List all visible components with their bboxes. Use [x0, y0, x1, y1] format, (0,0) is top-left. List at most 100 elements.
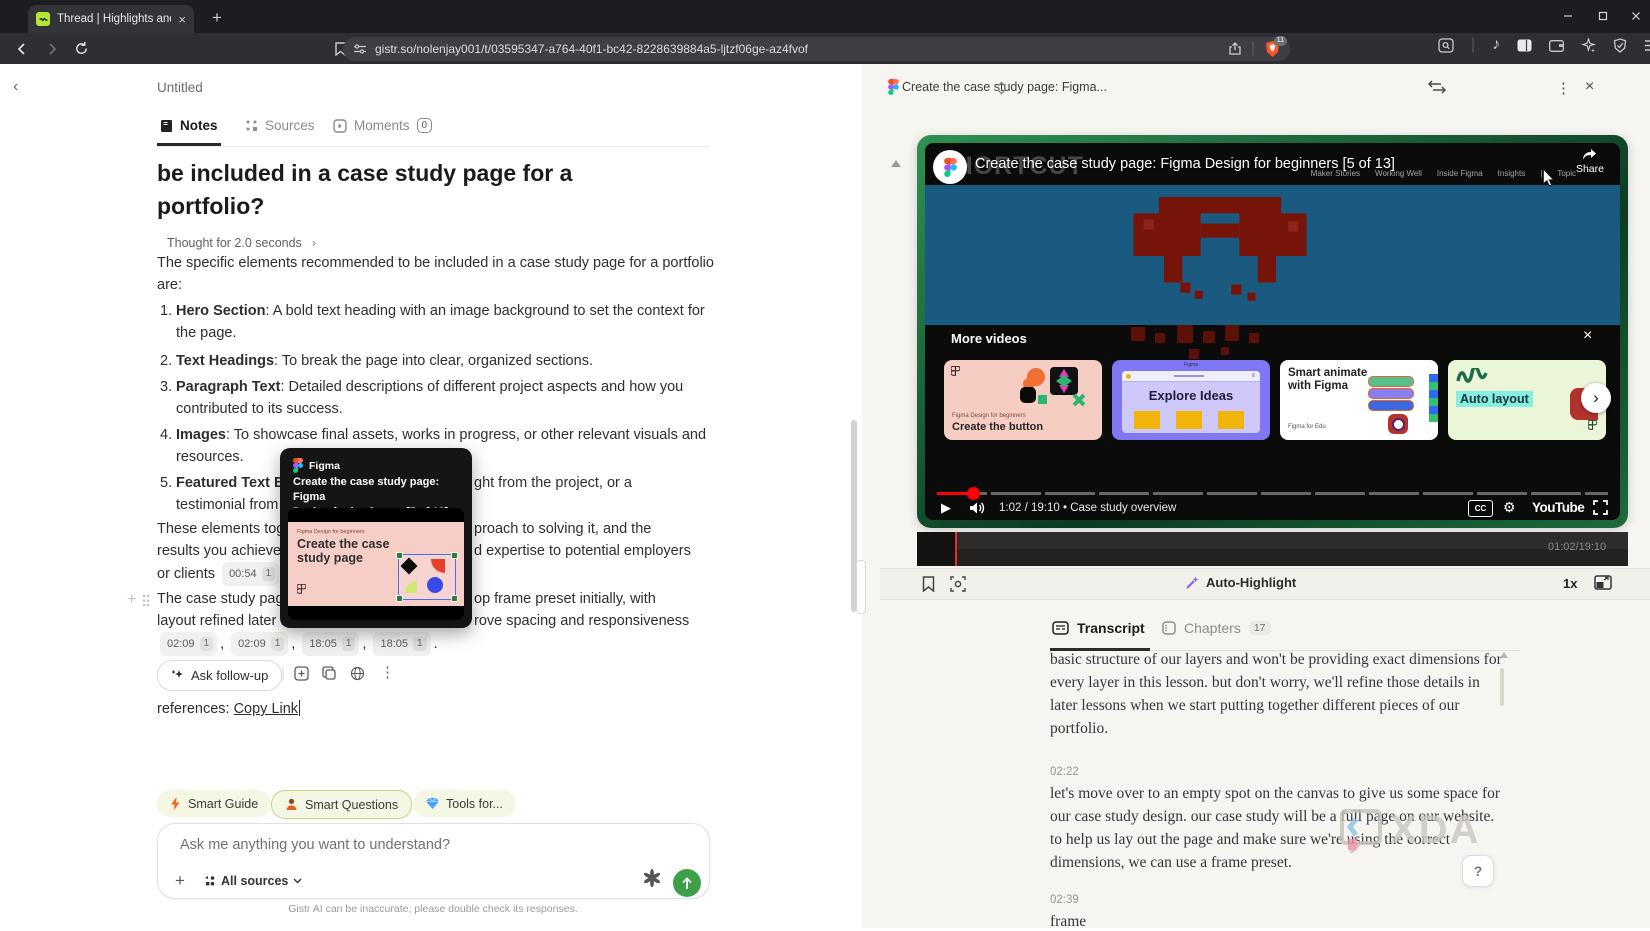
magic-wand-icon [1185, 576, 1199, 590]
more-options-icon[interactable]: ⋮ [380, 663, 395, 681]
settings-gear-icon[interactable]: ⚙ [1503, 499, 1516, 516]
rewards-shield-icon[interactable] [1613, 38, 1627, 53]
card-brand: Figma [1184, 362, 1198, 368]
ask-followup-button[interactable]: Ask follow-up [157, 660, 282, 691]
youtube-logo[interactable]: YouTube [1532, 500, 1584, 515]
suggested-video-card[interactable]: Figma Design for beginners Create the bu… [944, 360, 1102, 440]
references-row: references: Copy Link [157, 700, 300, 717]
carousel-next-button[interactable]: › [1581, 383, 1611, 413]
transcript-line[interactable]: frame [1050, 913, 1480, 931]
window-minimize-button[interactable] [1562, 10, 1574, 22]
new-tab-button[interactable]: + [212, 9, 222, 27]
auto-highlight-toggle[interactable]: Auto-Highlight [1185, 575, 1296, 590]
sources-icon [245, 119, 258, 132]
transcript-line[interactable]: dimensions, we can use a frame preset. [1050, 854, 1480, 872]
video-share-overlay[interactable]: Share [1576, 148, 1604, 175]
forward-button[interactable] [44, 41, 60, 57]
window-close-button[interactable] [1630, 10, 1642, 22]
music-icon[interactable]: ♪ [1492, 36, 1500, 54]
share-page-icon[interactable] [1228, 42, 1242, 56]
video-progress-bar[interactable] [937, 492, 1608, 495]
player-toolbar: Auto-Highlight 1x [880, 568, 1650, 600]
video-link-tooltip[interactable]: Figma Create the case study page: Figma … [280, 448, 472, 628]
chat-input[interactable] [178, 836, 662, 854]
suggested-video-card[interactable]: Smart animatewith Figma Figma for Edu [1280, 360, 1438, 440]
site-settings-icon[interactable] [353, 43, 367, 55]
copy-link-button[interactable]: Copy Link [234, 701, 298, 717]
thought-duration[interactable]: Thought for 2.0 seconds › [167, 236, 316, 250]
tab-transcript[interactable]: Transcript [1052, 620, 1145, 636]
bookmark-moment-icon[interactable] [922, 576, 935, 592]
tab-notes[interactable]: Notes [160, 118, 218, 133]
transcript-line[interactable]: later lessons when we start putting toge… [1050, 697, 1480, 715]
tab-moments[interactable]: Moments 0 [333, 118, 432, 133]
xda-watermark: XDA [1340, 808, 1480, 853]
fullscreen-icon[interactable] [1593, 500, 1608, 515]
timestamp-chip[interactable]: 18:051 [302, 632, 359, 656]
timestamp-chip[interactable]: 02:091 [231, 632, 288, 656]
leo-ai-icon[interactable] [1581, 38, 1596, 53]
chapter-name[interactable]: Case study overview [1070, 502, 1176, 514]
timestamp-chip[interactable]: 00:541 [222, 562, 279, 586]
transcript-line[interactable]: portfolio. [1050, 720, 1480, 738]
tab-chapters[interactable]: Chapters 17 [1162, 620, 1271, 636]
highlight-timeline[interactable]: 01:02/19:10 [917, 532, 1628, 566]
wallet-icon[interactable] [1549, 39, 1564, 52]
tools-chip[interactable]: Tools for... [413, 790, 516, 817]
window-maximize-button[interactable] [1597, 10, 1609, 22]
smart-questions-chip[interactable]: Smart Questions [271, 790, 412, 819]
swap-panels-icon[interactable] [1428, 79, 1446, 95]
send-button[interactable] [673, 869, 701, 897]
smart-guide-chip[interactable]: Smart Guide [157, 790, 271, 817]
doc-back-button[interactable]: ‹ [13, 78, 18, 96]
transcript-timestamp[interactable]: 02:39 [1050, 894, 1079, 906]
panel-close-icon[interactable]: × [1585, 78, 1594, 96]
tab-notes-label: Notes [180, 118, 218, 133]
play-button[interactable]: ▶ [941, 500, 951, 516]
expand-selector-icon[interactable] [997, 81, 1006, 95]
playback-speed-button[interactable]: 1x [1563, 576, 1577, 591]
panel-menu-icon[interactable]: ⋮ [1556, 79, 1571, 97]
volume-icon[interactable] [969, 501, 986, 515]
timestamp-chip[interactable]: 02:091 [160, 632, 217, 656]
block-handles[interactable]: + [127, 591, 150, 609]
screenshot-icon[interactable] [950, 576, 966, 592]
cursor-pointer-icon [1542, 169, 1556, 187]
panel-resize-handle[interactable] [856, 560, 866, 614]
timeline-playhead[interactable] [955, 532, 957, 566]
search-tabs-icon[interactable] [1438, 38, 1454, 53]
url-bar[interactable]: gistr.so/nolenjay001/t/03595347-a764-40f… [343, 37, 1290, 61]
menu-icon[interactable] [1644, 39, 1650, 52]
attach-button[interactable]: + [175, 871, 185, 891]
drag-handle-icon[interactable] [142, 594, 150, 607]
transcript-line[interactable]: let's move over to an empty spot on the … [1050, 785, 1480, 803]
help-button[interactable]: ? [1462, 855, 1494, 887]
transcript-scroll-up-icon[interactable] [1500, 652, 1508, 658]
captions-button[interactable]: CC [1468, 500, 1493, 517]
sidebar-icon[interactable] [1517, 39, 1532, 52]
more-videos-close-icon[interactable]: × [1583, 327, 1592, 345]
youtube-player[interactable]: SHORTCUT Create the case study page: Fig… [925, 143, 1620, 520]
copy-icon[interactable] [322, 666, 337, 681]
moments-badge: 0 [417, 118, 433, 133]
add-block-icon[interactable]: + [127, 591, 136, 609]
transcript-timestamp[interactable]: 02:22 [1050, 766, 1079, 778]
reload-button[interactable] [74, 41, 89, 56]
brave-shield-icon[interactable]: 11 [1265, 41, 1280, 57]
tab-sources[interactable]: Sources [245, 118, 315, 133]
browser-tab[interactable]: Thread | Highlights and Annotati × [28, 5, 194, 33]
panel-collapse-arrow-icon[interactable] [891, 160, 901, 167]
openai-model-icon[interactable] [643, 869, 661, 887]
add-to-note-icon[interactable] [294, 666, 309, 681]
timestamp-chip[interactable]: 18:051 [373, 632, 430, 656]
all-sources-selector[interactable]: All sources [204, 874, 302, 888]
tab-close-icon[interactable]: × [178, 12, 186, 27]
channel-avatar[interactable] [933, 150, 967, 184]
back-button[interactable] [14, 41, 30, 57]
transcript-scrollbar-thumb[interactable] [1500, 668, 1504, 706]
globe-icon[interactable] [350, 666, 365, 681]
pip-expand-icon[interactable] [1594, 575, 1612, 590]
transcript-line[interactable]: basic structure of our layers and won't … [1050, 651, 1480, 669]
suggested-video-card[interactable]: Figma ≡ Explore Ideas [1112, 360, 1270, 440]
transcript-line[interactable]: every layer in this lesson. but don't wo… [1050, 674, 1480, 692]
